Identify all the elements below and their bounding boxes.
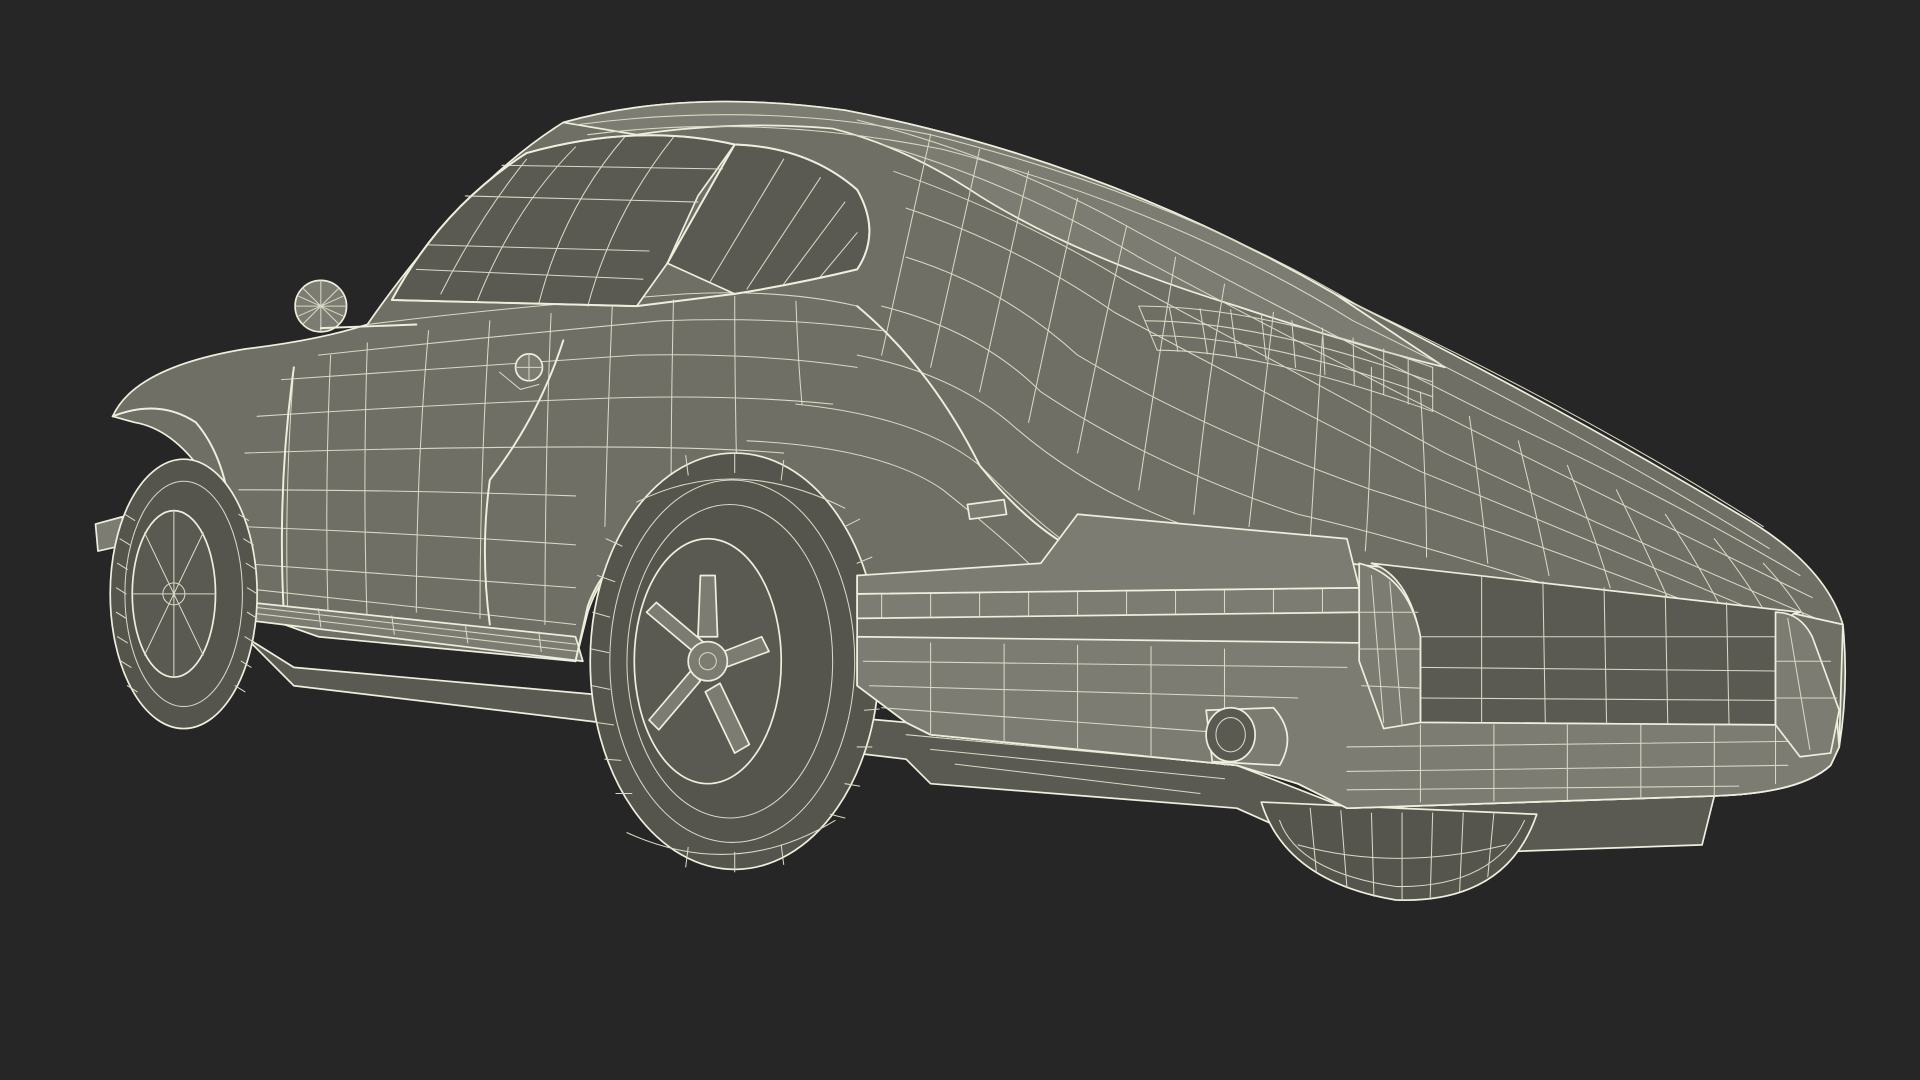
render-canvas xyxy=(0,0,1920,1080)
wing-mirror xyxy=(294,279,348,333)
render-viewport xyxy=(0,0,1920,1080)
front-left-wheel xyxy=(109,458,259,730)
exhaust-pipe xyxy=(1205,706,1289,767)
